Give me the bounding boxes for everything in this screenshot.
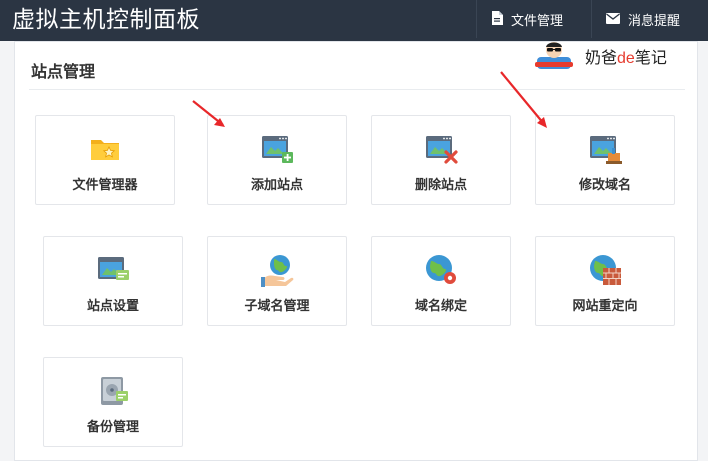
watermark-suffix: 笔记: [634, 50, 667, 67]
envelope-icon: [606, 12, 628, 27]
watermark: 奶爸de笔记: [533, 40, 703, 72]
app-title: 虚拟主机控制面板: [12, 6, 200, 32]
file-icon: [491, 10, 511, 28]
tile-label: 备份管理: [86, 419, 139, 434]
avatar-icon: [533, 38, 575, 75]
tile-backup-management[interactable]: 备份管理: [43, 357, 183, 447]
tile-label: 修改域名: [578, 177, 631, 192]
annotation-arrow: [192, 100, 225, 127]
nav-file-manager[interactable]: 文件管理: [476, 0, 591, 38]
tile-website-redirect[interactable]: 网站重定向: [535, 236, 675, 326]
tile-site-settings[interactable]: 站点设置: [43, 236, 183, 326]
site-edit-domain-icon: [588, 132, 622, 166]
watermark-prefix: 奶爸: [585, 50, 618, 67]
tile-delete-site[interactable]: 删除站点: [371, 115, 511, 205]
site-delete-icon: [424, 132, 458, 166]
tile-file-manager[interactable]: 文件管理器: [35, 115, 175, 205]
tile-label: 删除站点: [414, 177, 467, 192]
nav-messages[interactable]: 消息提醒: [591, 0, 708, 38]
site-management-panel: 站点管理 文件管理器 添加站点 删除站点 修改域名 站点设置 子域名管理 域名绑…: [14, 41, 698, 461]
globe-pin-icon: [424, 253, 458, 287]
tile-label: 添加站点: [250, 177, 303, 192]
site-settings-icon: [96, 253, 130, 287]
tile-label: 网站重定向: [572, 298, 638, 313]
tile-label: 站点设置: [86, 298, 139, 313]
folder-star-icon: [88, 132, 122, 166]
tile-label: 子域名管理: [244, 298, 310, 313]
tile-subdomain-management[interactable]: 子域名管理: [207, 236, 347, 326]
watermark-text: 奶爸de笔记: [585, 44, 667, 68]
panel-title: 站点管理: [31, 64, 96, 81]
backup-disk-icon: [96, 374, 130, 408]
tile-label: 文件管理器: [72, 177, 138, 192]
divider: [29, 89, 685, 90]
nav-messages-label: 消息提醒: [628, 12, 681, 28]
watermark-accent: de: [617, 50, 635, 67]
tile-domain-binding[interactable]: 域名绑定: [371, 236, 511, 326]
site-add-icon: [260, 132, 294, 166]
globe-wall-icon: [588, 253, 622, 287]
top-bar: 虚拟主机控制面板 文件管理 消息提醒: [0, 0, 708, 41]
tile-edit-domain[interactable]: 修改域名: [535, 115, 675, 205]
annotation-arrow: [500, 71, 547, 128]
globe-hand-icon: [260, 253, 294, 287]
nav-file-manager-label: 文件管理: [511, 12, 564, 28]
tile-label: 域名绑定: [414, 298, 467, 313]
